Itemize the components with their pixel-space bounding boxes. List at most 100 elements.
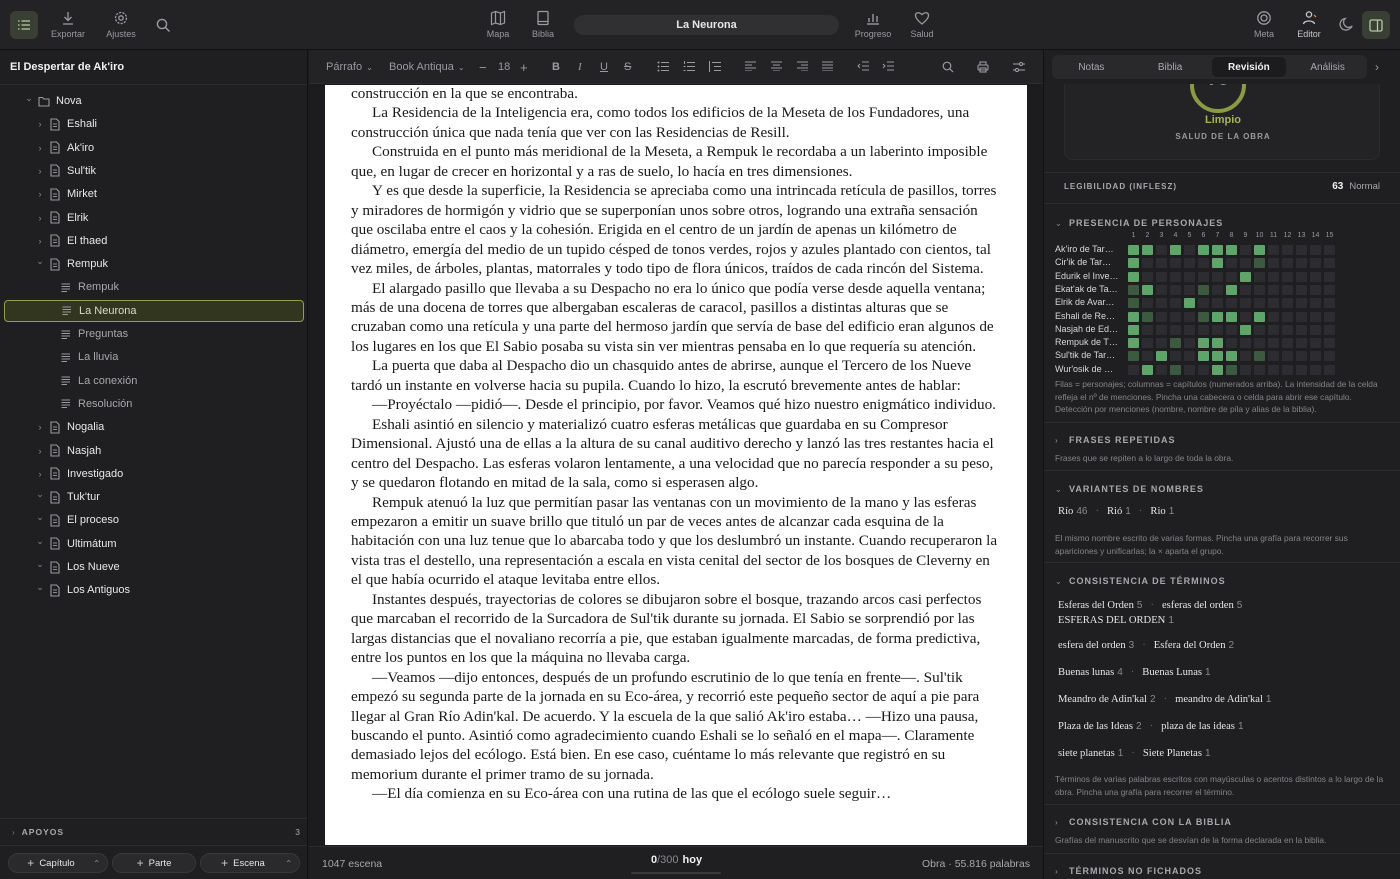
presence-cell[interactable] [1240, 284, 1251, 295]
presence-cell[interactable] [1184, 338, 1195, 349]
presence-cell[interactable] [1170, 258, 1181, 269]
presence-cell[interactable] [1324, 311, 1335, 322]
term-spelling[interactable]: esfera del orden [1058, 640, 1126, 651]
term-spelling[interactable]: meandro de Adin'kal [1175, 694, 1263, 705]
presence-cell[interactable] [1310, 324, 1321, 335]
presence-cell[interactable] [1198, 311, 1209, 322]
presence-cell[interactable] [1254, 271, 1265, 282]
presence-cell[interactable] [1254, 258, 1265, 269]
font-size-increase-button[interactable]: + [520, 60, 528, 75]
presence-cell[interactable] [1170, 324, 1181, 335]
chevron-up-icon[interactable]: ⌃ [285, 859, 292, 868]
presence-cell[interactable] [1184, 351, 1195, 362]
chapter-column-header[interactable]: 3 [1156, 232, 1167, 239]
presence-cell[interactable] [1156, 271, 1167, 282]
chevron-right-icon[interactable]: › [35, 236, 45, 246]
presence-cell[interactable] [1254, 311, 1265, 322]
presence-cell[interactable] [1296, 284, 1307, 295]
chapter-column-header[interactable]: 4 [1170, 232, 1181, 239]
presence-cell[interactable] [1156, 245, 1167, 255]
presence-cell[interactable] [1268, 364, 1279, 375]
chapter-column-header[interactable]: 9 [1240, 232, 1251, 239]
chevron-right-icon[interactable]: › [35, 119, 45, 129]
presence-cell[interactable] [1282, 258, 1293, 269]
presence-cell[interactable] [1282, 324, 1293, 335]
presence-cell[interactable] [1310, 258, 1321, 269]
presence-cell[interactable] [1226, 311, 1237, 322]
term-spelling[interactable]: Buenas lunas [1058, 667, 1114, 678]
presence-cell[interactable] [1142, 364, 1153, 375]
presence-cell[interactable] [1310, 298, 1321, 309]
presence-cell[interactable] [1310, 245, 1321, 255]
tree-item[interactable]: › Sul'tik [0, 160, 306, 182]
presence-cell[interactable] [1156, 351, 1167, 362]
tree-item[interactable]: › Elrik [0, 207, 306, 229]
presence-cell[interactable] [1198, 258, 1209, 269]
presence-cell[interactable] [1156, 258, 1167, 269]
term-spelling[interactable]: Plaza de las Ideas [1058, 721, 1133, 732]
presence-cell[interactable] [1212, 284, 1223, 295]
align-right-button[interactable] [797, 61, 808, 71]
chapter-column-header[interactable]: 2 [1142, 232, 1153, 239]
presence-cell[interactable] [1296, 324, 1307, 335]
presence-cell[interactable] [1226, 364, 1237, 375]
presence-cell[interactable] [1156, 298, 1167, 309]
manuscript-paragraph[interactable]: —Proyéctalo —pidió—. Desde el principio,… [325, 395, 1027, 414]
underline-button[interactable]: U [600, 61, 608, 73]
tree-item[interactable]: Rempuk [0, 276, 306, 298]
map-button[interactable]: Mapa [484, 8, 512, 44]
term-spelling[interactable]: Meandro de Adin'kal [1058, 694, 1147, 705]
format-options-button[interactable] [1013, 61, 1025, 73]
presence-cell[interactable] [1310, 351, 1321, 362]
daily-goal[interactable]: 0 /300 hoy [651, 854, 702, 866]
presence-cell[interactable] [1198, 284, 1209, 295]
chevron-down-icon[interactable]: ⌄ [35, 489, 45, 500]
presence-grid[interactable]: 1 2 3 4 5 6 7 8 9 10 11 12 13 14 15 Ak'iro de Tar… Cir'i… [1044, 232, 1400, 375]
chevron-up-icon[interactable]: ⌃ [93, 859, 100, 868]
indent-button[interactable] [882, 61, 894, 71]
tree-item[interactable]: › Ak'iro [0, 137, 306, 159]
progress-button[interactable]: Progreso [854, 8, 892, 44]
presence-cell[interactable] [1268, 338, 1279, 349]
align-center-button[interactable] [771, 61, 782, 71]
chevron-right-icon[interactable]: › [35, 469, 45, 479]
presence-cell[interactable] [1296, 364, 1307, 375]
presence-cell[interactable] [1324, 351, 1335, 362]
goal-button[interactable]: Meta [1252, 8, 1276, 44]
presence-cell[interactable] [1254, 284, 1265, 295]
presence-cell[interactable] [1170, 351, 1181, 362]
bible-consistency-header[interactable]: › CONSISTENCIA CON LA BIBLIA [1055, 817, 1232, 827]
manuscript-page[interactable]: construcción en la que se encontraba. La … [325, 85, 1027, 845]
presence-cell[interactable] [1142, 311, 1153, 322]
character-name[interactable]: Ak'iro de Tar… [1055, 244, 1127, 254]
presence-cell[interactable] [1128, 271, 1139, 282]
add-scene-button[interactable]: + Escena ⌃ [200, 853, 300, 873]
presence-cell[interactable] [1156, 311, 1167, 322]
print-button[interactable] [977, 61, 989, 73]
manuscript-paragraph[interactable]: La puerta que daba al Despacho dio un ch… [325, 356, 1027, 395]
chapter-column-header[interactable]: 13 [1296, 232, 1307, 239]
presence-cell[interactable] [1296, 351, 1307, 362]
font-select[interactable]: Book Antiqua ⌄ [389, 61, 465, 73]
presence-cell[interactable] [1170, 298, 1181, 309]
presence-cell[interactable] [1240, 324, 1251, 335]
presence-cell[interactable] [1240, 338, 1251, 349]
presence-cell[interactable] [1212, 311, 1223, 322]
term-spelling[interactable]: ESFERAS DEL ORDEN [1058, 615, 1165, 626]
presence-cell[interactable] [1128, 364, 1139, 375]
presence-cell[interactable] [1240, 298, 1251, 309]
presence-cell[interactable] [1198, 338, 1209, 349]
presence-cell[interactable] [1324, 338, 1335, 349]
presence-cell[interactable] [1198, 245, 1209, 255]
presence-cell[interactable] [1128, 258, 1139, 269]
presence-cell[interactable] [1268, 258, 1279, 269]
presence-cell[interactable] [1142, 245, 1153, 255]
presence-cell[interactable] [1226, 324, 1237, 335]
presence-cell[interactable] [1268, 298, 1279, 309]
tree-item[interactable]: › Mirket [0, 183, 306, 205]
presence-cell[interactable] [1226, 284, 1237, 295]
strikethrough-button[interactable]: S [624, 61, 631, 73]
theme-toggle-button[interactable] [1339, 17, 1354, 32]
presence-cell[interactable] [1170, 364, 1181, 375]
add-chapter-button[interactable]: + Capítulo ⌃ [8, 853, 108, 873]
